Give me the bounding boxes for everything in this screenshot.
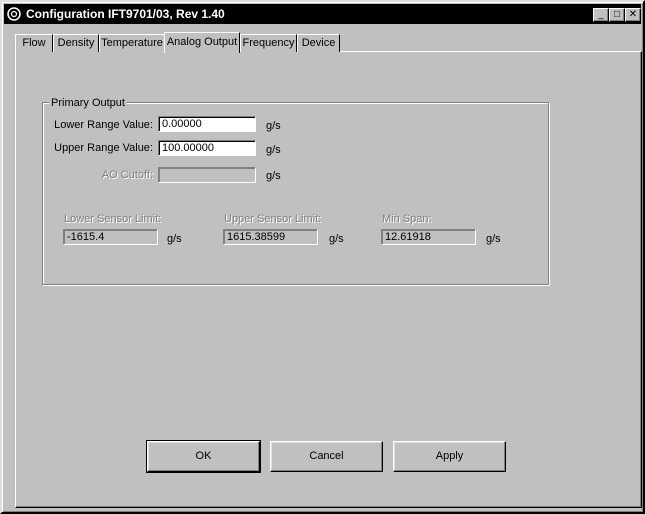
tab-frequency[interactable]: Frequency (240, 34, 297, 52)
minimize-icon: _ (598, 9, 604, 20)
apply-button[interactable]: Apply (393, 441, 506, 472)
upper-range-input[interactable] (158, 140, 256, 156)
window-title: Configuration IFT9701/03, Rev 1.40 (26, 7, 225, 21)
lower-range-label: Lower Range Value: (54, 119, 153, 131)
app-icon (7, 7, 21, 21)
tab-analog-output[interactable]: Analog Output (164, 32, 240, 53)
configuration-window: Configuration IFT9701/03, Rev 1.40 _ □ ✕… (0, 0, 645, 514)
tab-label: Frequency (242, 37, 295, 49)
tab-device[interactable]: Device (297, 34, 340, 52)
upper-sensor-limit-field (223, 229, 318, 245)
title-bar[interactable]: Configuration IFT9701/03, Rev 1.40 _ □ ✕ (4, 4, 641, 24)
lower-sensor-limit-label: Lower Sensor Limit: (64, 213, 162, 225)
tab-label: Analog Output (166, 36, 238, 48)
upper-range-label: Upper Range Value: (54, 142, 153, 154)
tab-density[interactable]: Density (53, 34, 99, 52)
close-icon: ✕ (628, 9, 638, 20)
lower-range-input[interactable] (158, 116, 256, 132)
upper-range-unit: g/s (266, 144, 281, 156)
lower-sensor-limit-unit: g/s (167, 233, 182, 245)
tab-temperature[interactable]: Temperature (99, 34, 165, 52)
tab-label: Temperature (101, 37, 163, 49)
min-span-unit: g/s (486, 233, 501, 245)
tab-label: Flow (22, 37, 46, 49)
cancel-button-label: Cancel (309, 450, 344, 462)
ok-button[interactable]: OK (146, 440, 261, 473)
upper-sensor-limit-label: Upper Sensor Limit: (224, 213, 322, 225)
ok-button-label: OK (195, 450, 212, 462)
tab-flow[interactable]: Flow (15, 34, 53, 52)
cancel-button[interactable]: Cancel (270, 441, 383, 472)
close-button[interactable]: ✕ (625, 8, 641, 22)
ao-cutoff-input[interactable] (158, 167, 256, 183)
apply-button-label: Apply (435, 450, 464, 462)
minimize-button[interactable]: _ (593, 8, 609, 22)
tab-label: Density (57, 37, 95, 49)
upper-sensor-limit-unit: g/s (329, 233, 344, 245)
maximize-button[interactable]: □ (609, 8, 625, 22)
maximize-icon: □ (613, 9, 621, 20)
ao-cutoff-unit: g/s (266, 170, 281, 182)
min-span-label: Min Span: (382, 213, 432, 225)
min-span-field (381, 229, 476, 245)
primary-output-group-label: Primary Output (49, 97, 127, 109)
lower-sensor-limit-field (63, 229, 158, 245)
ao-cutoff-label: AO Cutoff: (101, 169, 153, 181)
tab-label: Device (301, 37, 336, 49)
lower-range-unit: g/s (266, 120, 281, 132)
